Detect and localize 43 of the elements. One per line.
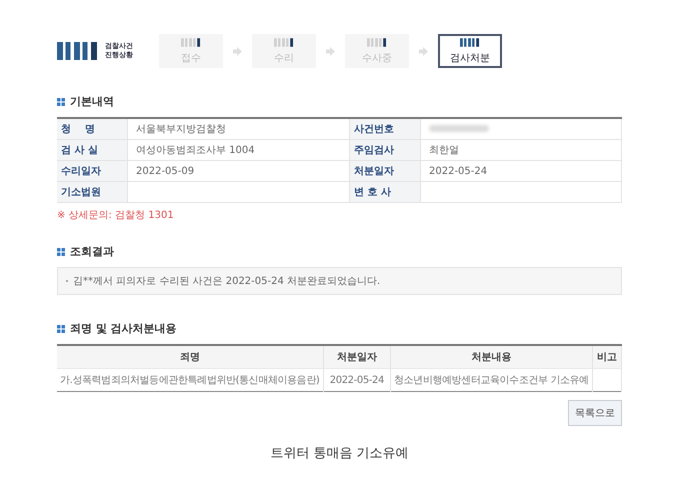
field-value: 2022-05-09 [128, 160, 350, 182]
progress-step: 수사중 [345, 34, 409, 68]
field-label: 변 호 사 [350, 182, 420, 202]
table-cell: 청소년비행예방센터교육이수조건부 기소유예 [390, 368, 592, 392]
arrow-icon [326, 46, 335, 56]
list-button[interactable]: 목록으로 [568, 400, 622, 426]
column-header: 처분일자 [323, 345, 390, 368]
column-header: 비고 [592, 345, 622, 368]
progress-step: 접수 [159, 34, 223, 68]
section-icon [57, 98, 65, 106]
field-label: 기소법원 [57, 182, 128, 202]
section-title: 기본내역 [70, 94, 114, 109]
field-label: 처분일자 [350, 160, 420, 182]
field-label: 사건번호 [350, 118, 420, 140]
field-label: 주임검사 [350, 140, 420, 160]
result-message: 김**께서 피의자로 수리된 사건은 2022-05-24 처분완료되었습니다. [73, 275, 380, 288]
progress-step: 수리 [252, 34, 316, 68]
field-label: 수리일자 [57, 160, 128, 182]
section-title: 조회결과 [70, 244, 114, 259]
section-icon [57, 324, 65, 332]
column-header: 죄명 [57, 345, 324, 368]
field-label: 검 사 실 [57, 140, 128, 160]
bars-icon [181, 37, 201, 48]
arrow-icon [419, 46, 428, 56]
caption: 트위터 통매음 기소유예 [269, 445, 410, 462]
logo-icon [57, 42, 99, 60]
field-value: 서울북부지방검찰청 [128, 118, 350, 140]
table-cell: 2022-05-24 [323, 368, 390, 392]
field-value: 최한얼 [420, 140, 622, 160]
section-title: 죄명 및 검사처분내용 [70, 321, 177, 336]
arrow-icon [233, 46, 242, 56]
field-label: 청 명 [57, 118, 128, 140]
column-header: 처분내용 [390, 345, 592, 368]
bars-icon [460, 37, 480, 48]
section-icon [57, 248, 65, 256]
table-cell: 가.성폭력범죄의처벌등에관한특례법위반(통신매체이용음란) [57, 368, 324, 392]
field-value: 여성아동범죄조사부 1004 [128, 140, 350, 160]
bars-icon [367, 37, 387, 48]
bars-icon [274, 37, 294, 48]
progress-step: 검사처분 [438, 34, 502, 68]
field-value: 2022-05-24 [420, 160, 622, 182]
contact-note: ※ 상세문의: 검찰청 1301 [57, 209, 175, 222]
blurred-text [429, 125, 489, 132]
